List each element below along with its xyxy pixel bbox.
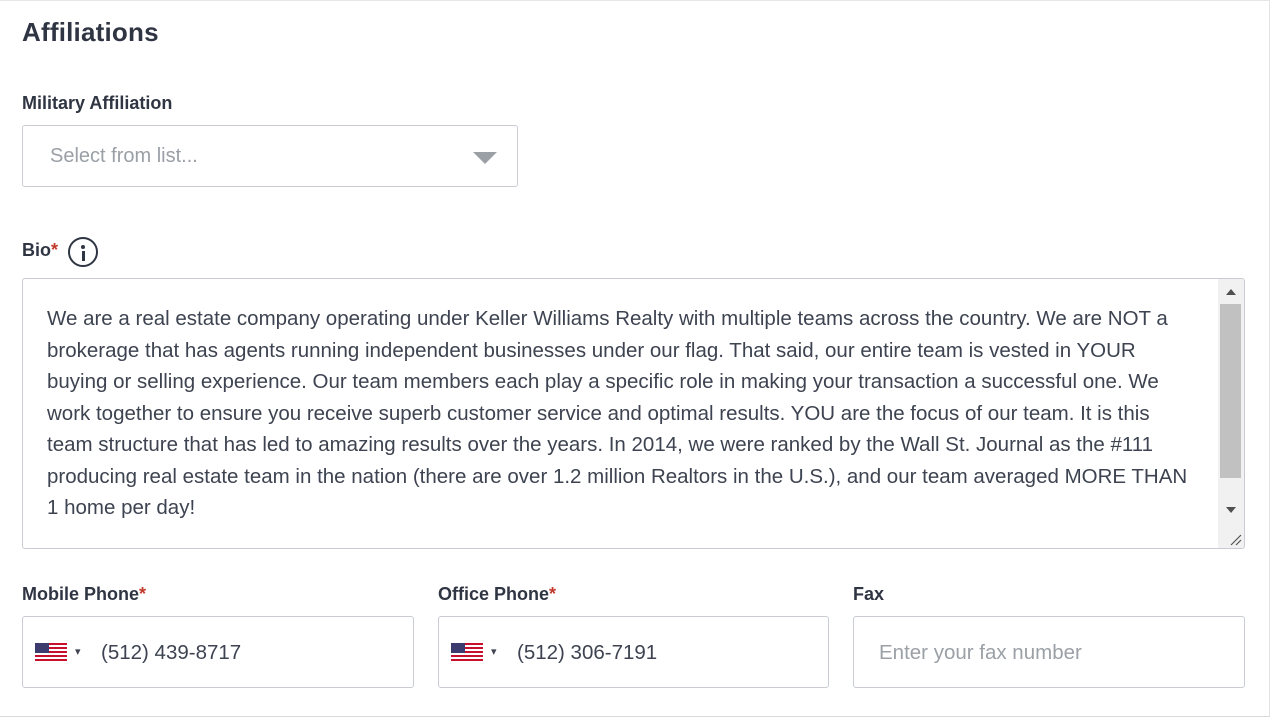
mobile-phone-label-text: Mobile Phone	[22, 584, 139, 604]
resize-grip-icon[interactable]	[1228, 532, 1242, 546]
office-phone-field[interactable]: ▾ (512) 306-7191	[438, 616, 829, 688]
bio-text[interactable]: We are a real estate company operating u…	[47, 303, 1197, 524]
section-title: Affiliations	[22, 17, 159, 47]
affiliations-form: Affiliations Military Affiliation Select…	[0, 0, 1270, 717]
required-asterisk: *	[139, 584, 147, 604]
us-flag-icon[interactable]	[35, 643, 67, 661]
required-asterisk: *	[549, 584, 557, 604]
country-dropdown-caret[interactable]: ▾	[75, 645, 81, 658]
military-affiliation-placeholder: Select from list...	[50, 145, 198, 167]
chevron-down-icon	[473, 152, 497, 164]
scroll-thumb[interactable]	[1220, 304, 1241, 478]
office-phone-label: Office Phone*	[438, 584, 556, 605]
bio-label-text: Bio	[22, 240, 51, 260]
fax-field[interactable]: Enter your fax number	[853, 616, 1245, 688]
bio-textarea[interactable]: We are a real estate company operating u…	[22, 278, 1245, 549]
bio-label: Bio*	[22, 240, 58, 261]
mobile-phone-label: Mobile Phone*	[22, 584, 146, 605]
military-affiliation-label-text: Military Affiliation	[22, 93, 173, 113]
info-circle-icon[interactable]	[68, 237, 98, 267]
bio-scrollbar[interactable]	[1218, 279, 1244, 548]
mobile-phone-field[interactable]: ▾ (512) 439-8717	[22, 616, 414, 688]
military-affiliation-label: Military Affiliation	[22, 93, 172, 114]
fax-label-text: Fax	[853, 584, 885, 604]
military-affiliation-select[interactable]: Select from list...	[22, 125, 518, 187]
scroll-up-arrow-icon[interactable]	[1226, 289, 1236, 295]
office-phone-input[interactable]: (512) 306-7191	[517, 641, 657, 665]
office-phone-label-text: Office Phone	[438, 584, 550, 604]
fax-label: Fax	[853, 584, 884, 605]
required-asterisk: *	[51, 240, 59, 260]
us-flag-icon[interactable]	[451, 643, 483, 661]
scroll-down-arrow-icon[interactable]	[1226, 507, 1236, 513]
mobile-phone-input[interactable]: (512) 439-8717	[101, 641, 241, 665]
fax-input[interactable]: Enter your fax number	[879, 641, 1082, 665]
country-dropdown-caret[interactable]: ▾	[491, 645, 497, 658]
